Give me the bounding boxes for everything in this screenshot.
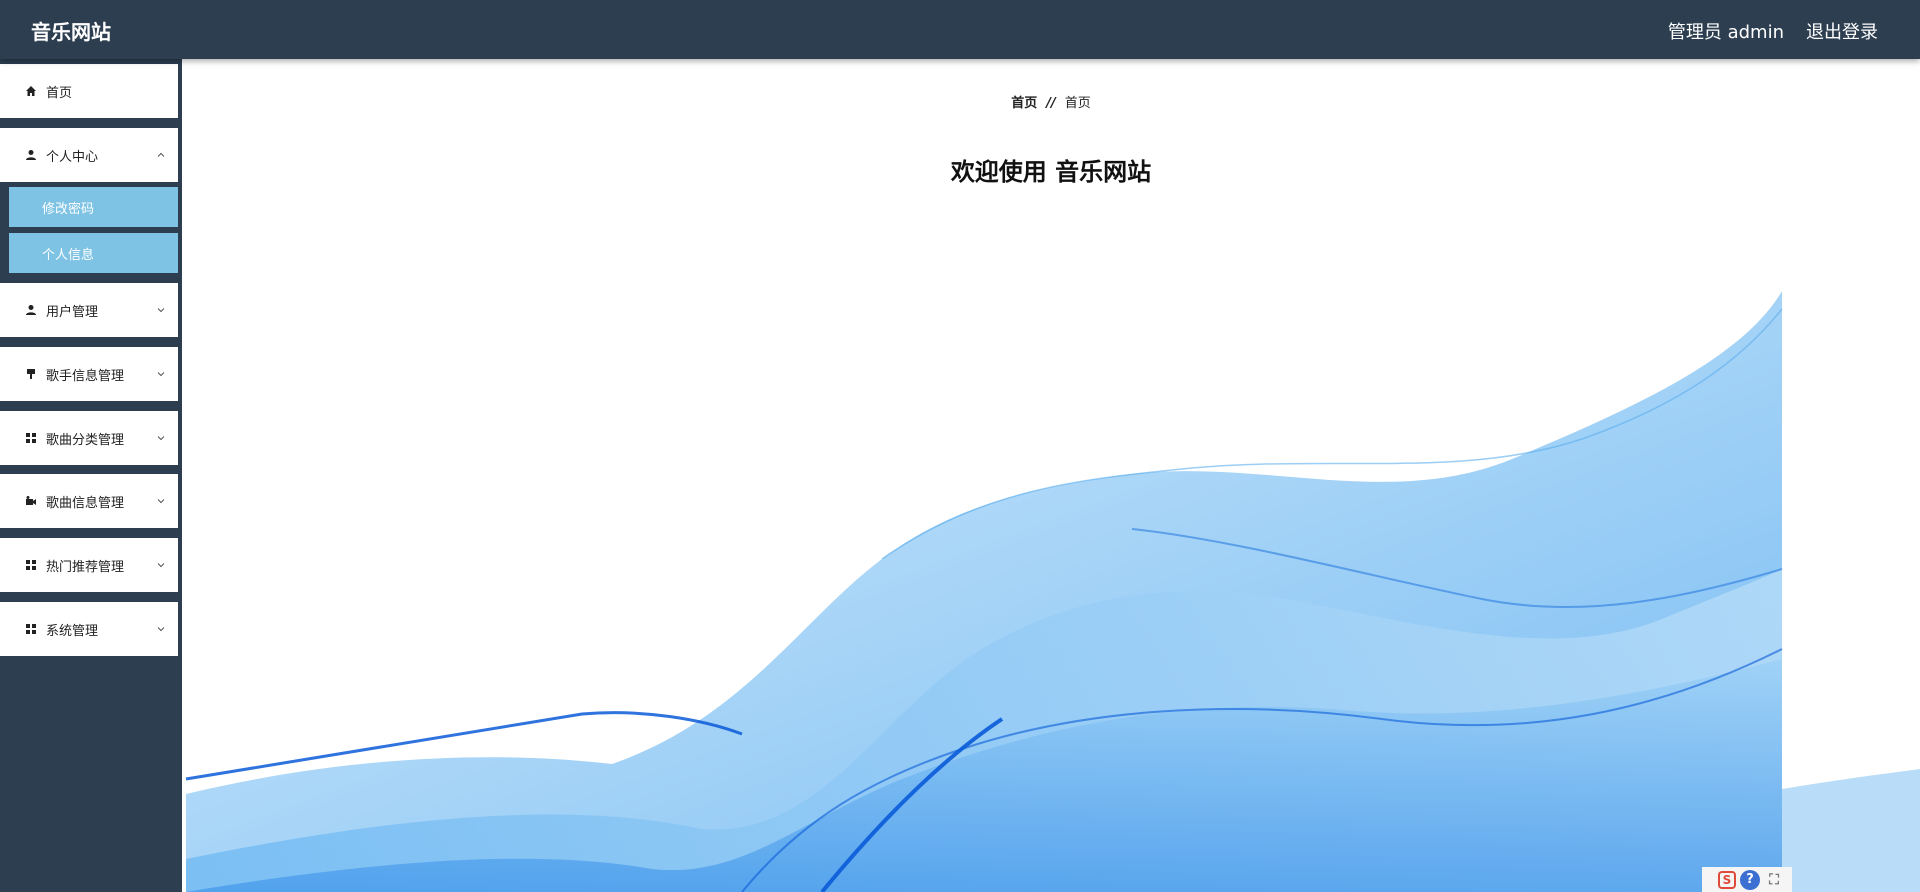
brand-title: 音乐网站 xyxy=(31,20,111,44)
sidebar-item-home[interactable]: 首页 xyxy=(0,64,178,118)
grid-icon xyxy=(24,622,38,636)
sidebar-item-song-management[interactable]: 歌曲信息管理 xyxy=(0,474,178,528)
s-icon[interactable]: S xyxy=(1718,870,1736,889)
brush-icon xyxy=(24,367,38,381)
sidebar-subitem-personal-info[interactable]: 个人信息 xyxy=(9,233,178,273)
top-bar: 音乐网站 管理员 admin 退出登录 xyxy=(0,0,1920,59)
sidebar-item-singer-management[interactable]: 歌手信息管理 xyxy=(0,347,178,401)
sidebar-item-label: 热门推荐管理 xyxy=(46,559,125,575)
sidebar-item-label: 歌曲分类管理 xyxy=(46,432,125,448)
sidebar-item-system-management[interactable]: 系统管理 xyxy=(0,602,178,656)
chevron-down-icon xyxy=(157,436,165,441)
chevron-down-icon xyxy=(157,563,165,568)
user-label: 管理员 admin xyxy=(1667,22,1784,43)
chevron-down-icon xyxy=(157,627,165,632)
user-icon xyxy=(24,303,38,317)
breadcrumb-separator: // xyxy=(1046,96,1056,111)
sidebar-item-label: 用户管理 xyxy=(46,304,99,320)
chevron-down-icon xyxy=(157,499,165,504)
chevron-up-icon xyxy=(157,152,165,157)
sidebar: 首页 个人中心 修改密码 个人信息 用户管理 歌手信息管理 歌曲分类管理 歌曲信… xyxy=(0,59,182,892)
breadcrumb: 首页 // 首页 xyxy=(182,92,1920,111)
home-icon xyxy=(24,84,38,98)
sidebar-item-label: 系统管理 xyxy=(46,623,99,639)
sidebar-item-personal-center[interactable]: 个人中心 xyxy=(0,128,178,182)
top-right-actions: 管理员 admin 退出登录 xyxy=(1668,18,1878,44)
breadcrumb-item-home[interactable]: 首页 xyxy=(1011,96,1037,111)
chevron-down-icon xyxy=(157,308,165,313)
chevron-down-icon xyxy=(157,372,165,377)
breadcrumb-item-current: 首页 xyxy=(1064,96,1091,111)
sidebar-item-label: 首页 xyxy=(46,85,73,101)
help-icon[interactable]: ? xyxy=(1740,869,1760,890)
fullscreen-icon[interactable]: ⛶ xyxy=(1764,870,1784,890)
sidebar-item-label: 歌手信息管理 xyxy=(46,368,125,384)
sidebar-subitem-change-password[interactable]: 修改密码 xyxy=(9,187,178,227)
sidebar-item-category-management[interactable]: 歌曲分类管理 xyxy=(0,411,178,465)
grid-icon xyxy=(24,558,38,572)
sidebar-item-hot-recommend[interactable]: 热门推荐管理 xyxy=(0,538,178,592)
sidebar-item-user-management[interactable]: 用户管理 xyxy=(0,283,178,337)
floating-toolbar: S ? ⛶ xyxy=(1702,867,1792,892)
sidebar-item-label: 歌曲信息管理 xyxy=(46,495,125,511)
grid-icon xyxy=(24,431,38,445)
user-icon xyxy=(24,148,38,162)
video-icon xyxy=(24,494,38,508)
logout-button[interactable]: 退出登录 xyxy=(1806,18,1878,44)
sidebar-item-label: 个人中心 xyxy=(46,149,99,165)
welcome-title: 欢迎使用 音乐网站 xyxy=(950,158,1152,186)
main-content: 首页 // 首页 欢迎使用 音乐网站 xyxy=(182,59,1920,892)
